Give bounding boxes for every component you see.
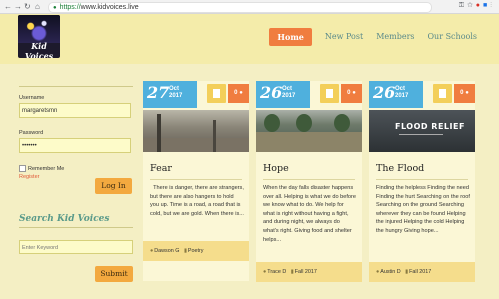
bookmark-icon: ▮ [290, 269, 294, 275]
document-icon [433, 84, 452, 103]
comment-count-value: 0 [460, 90, 464, 96]
post-year: 2017 [395, 93, 409, 99]
username-field[interactable]: margaretsmn [19, 103, 131, 118]
reload-icon[interactable]: ↻ [24, 2, 31, 11]
comment-icon: ● [465, 90, 469, 96]
post-date: 26 Oct 2017 [256, 81, 310, 108]
post-month: Oct [282, 86, 293, 92]
post-card[interactable]: 27 Oct 2017 0 ● Fear There is danger, th… [143, 81, 249, 281]
key-icon[interactable]: ⚿ [459, 2, 467, 9]
divider [150, 179, 242, 180]
username-label: Username [19, 95, 45, 101]
lock-icon: ● [53, 5, 57, 11]
document-icon [207, 84, 226, 103]
post-meta: ●Dawson G ▮Poetry [143, 241, 249, 261]
search-input[interactable]: Enter Keyword [19, 240, 133, 254]
url-scheme: https:// [59, 4, 81, 11]
bookmark-icon: ▮ [183, 248, 187, 254]
post-excerpt: There is danger, there are strangers, bu… [150, 184, 244, 218]
register-link[interactable]: Register [19, 174, 64, 180]
comment-count[interactable]: 0 ● [228, 84, 249, 103]
password-field[interactable]: ••••••• [19, 138, 131, 153]
menu-dots-icon[interactable]: ⋮ [490, 2, 495, 9]
post-author[interactable]: Austin D [380, 269, 400, 275]
image-caption: FLOOD RELIEF [395, 122, 465, 131]
forward-arrow-icon[interactable]: → [14, 2, 22, 11]
menu-new-post[interactable]: New Post [325, 28, 363, 46]
post-category[interactable]: Fall 2017 [409, 269, 431, 275]
post-card[interactable]: 26 Oct 2017 0 ● FLOOD RELIEF The Flood F… [369, 81, 475, 282]
site-header: Kid Voices Home New Post Members Our Sch… [0, 14, 499, 64]
post-category[interactable]: Fall 2017 [295, 269, 317, 275]
comment-count[interactable]: 0 ● [341, 84, 362, 103]
post-day: 27 [147, 83, 170, 102]
comment-count-value: 0 [234, 90, 238, 96]
post-year: 2017 [282, 93, 296, 99]
submit-button[interactable]: Submit [95, 266, 133, 282]
password-label: Password [19, 130, 44, 136]
login-button[interactable]: Log In [95, 178, 132, 194]
divider [376, 179, 468, 180]
menu-home[interactable]: Home [269, 28, 312, 46]
home-icon[interactable]: ⌂ [35, 2, 40, 11]
site-logo[interactable]: Kid Voices [18, 15, 60, 58]
comment-count[interactable]: 0 ● [454, 84, 475, 103]
post-meta: ●Trace D ▮Fall 2017 [256, 262, 362, 282]
post-image[interactable] [256, 110, 362, 152]
post-card[interactable]: 26 Oct 2017 0 ● Hope When the day falls … [256, 81, 362, 282]
menu-our-schools[interactable]: Our Schools [428, 28, 478, 46]
user-icon: ● [150, 248, 154, 254]
post-month: Oct [169, 86, 180, 92]
pinterest-icon[interactable]: ● [476, 2, 483, 9]
post-excerpt: When the day falls disaster happens over… [263, 185, 356, 243]
address-bar[interactable]: ● https://www.kidvoices.live [48, 2, 432, 13]
extension-icons: ⚿☆●■⋮ [459, 2, 495, 10]
star-icon[interactable]: ☆ [467, 2, 476, 9]
browser-toolbar: ← → ↻ ⌂ ● https://www.kidvoices.live ⚿☆●■… [0, 0, 499, 14]
main-menu: Home New Post Members Our Schools [256, 28, 477, 46]
comment-icon: ● [352, 90, 356, 96]
post-month: Oct [395, 86, 406, 92]
comment-icon: ● [239, 90, 243, 96]
post-image[interactable] [143, 110, 249, 152]
post-title[interactable]: Hope [263, 163, 289, 174]
divider [19, 86, 133, 87]
post-author[interactable]: Trace D [267, 269, 286, 275]
post-image[interactable]: FLOOD RELIEF [369, 110, 475, 152]
post-excerpt-text: There is danger, there are strangers, bu… [150, 185, 244, 217]
divider [19, 227, 133, 228]
comment-count-value: 0 [347, 90, 351, 96]
back-arrow-icon[interactable]: ← [4, 2, 12, 11]
post-title[interactable]: Fear [150, 163, 172, 174]
user-icon: ● [376, 269, 380, 275]
remember-label: Remember Me [28, 165, 65, 172]
remember-checkbox[interactable] [19, 165, 26, 172]
logo-art [18, 15, 60, 43]
post-excerpt: Finding the helpless Finding the need Fi… [376, 185, 470, 234]
divider [263, 179, 355, 180]
document-icon [320, 84, 339, 103]
post-year: 2017 [169, 93, 183, 99]
post-category[interactable]: Poetry [188, 248, 204, 254]
url-host: www.kidvoices.live [80, 4, 139, 11]
post-date: 26 Oct 2017 [369, 81, 423, 108]
post-date: 27 Oct 2017 [143, 81, 197, 108]
post-title[interactable]: The Flood [376, 163, 424, 174]
bookmark-icon: ▮ [405, 269, 409, 275]
menu-members[interactable]: Members [376, 28, 414, 46]
logo-text: Kid Voices [24, 41, 54, 58]
remember-me[interactable]: Remember Me [19, 165, 64, 172]
post-day: 26 [260, 83, 283, 102]
user-icon: ● [263, 269, 267, 275]
search-title: Search Kid Voices [19, 214, 110, 224]
post-author[interactable]: Dawson G [154, 248, 179, 254]
post-meta: ●Austin D ▮Fall 2017 [369, 262, 475, 282]
post-day: 26 [373, 83, 396, 102]
